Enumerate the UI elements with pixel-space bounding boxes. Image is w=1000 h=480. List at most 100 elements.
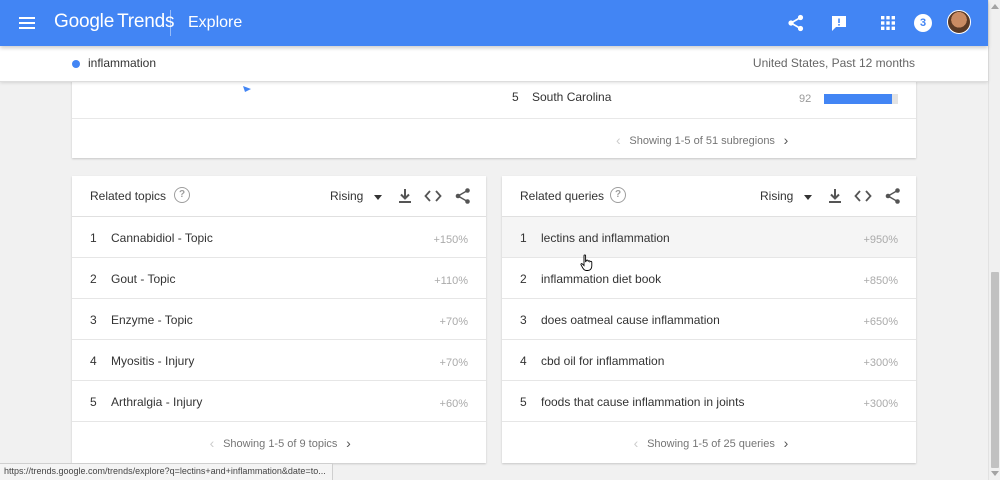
topics-filter-select[interactable]: Rising bbox=[330, 189, 363, 203]
row-label: Myositis - Injury bbox=[111, 354, 195, 368]
embed-code-icon[interactable] bbox=[424, 187, 442, 205]
hamburger-menu-icon[interactable] bbox=[16, 11, 40, 35]
comparison-term-bar: inflammation United States, Past 12 mont… bbox=[0, 46, 988, 82]
chevron-right-icon[interactable]: › bbox=[340, 435, 356, 451]
related-queries-card: Related queries ? Rising 1 lectins and i… bbox=[502, 176, 916, 463]
help-circle-icon[interactable]: ? bbox=[174, 187, 190, 203]
related-topics-header: Related topics ? Rising bbox=[72, 176, 486, 217]
scroll-up-arrow-icon[interactable] bbox=[991, 4, 999, 9]
download-icon[interactable] bbox=[826, 187, 844, 205]
row-value: +950% bbox=[863, 234, 898, 246]
share-icon[interactable] bbox=[884, 187, 902, 205]
region-time-scope[interactable]: United States, Past 12 months bbox=[753, 56, 915, 70]
row-label: lectins and inflammation bbox=[541, 231, 670, 245]
subregion-bar bbox=[824, 94, 893, 104]
related-topics-title: Related topics bbox=[90, 189, 167, 203]
row-rank: 5 bbox=[90, 395, 97, 409]
row-value: +850% bbox=[863, 275, 898, 287]
caret-down-icon[interactable] bbox=[374, 195, 382, 200]
row-value: +110% bbox=[434, 275, 468, 287]
row-rank: 3 bbox=[520, 313, 527, 327]
subregion-name: South Carolina bbox=[532, 90, 612, 104]
caret-down-icon[interactable] bbox=[804, 195, 812, 200]
query-row[interactable]: 4 cbd oil for inflammation +300% bbox=[502, 340, 916, 381]
header-divider bbox=[170, 10, 171, 36]
topic-row[interactable]: 5 Arthralgia - Injury +60% bbox=[72, 381, 486, 422]
row-label: does oatmeal cause inflammation bbox=[541, 313, 720, 327]
topic-row[interactable]: 4 Myositis - Injury +70% bbox=[72, 340, 486, 381]
row-label: Cannabidiol - Topic bbox=[111, 231, 213, 245]
chevron-left-icon[interactable]: ‹ bbox=[628, 435, 644, 451]
topics-pager: ‹ Showing 1-5 of 9 topics › bbox=[204, 435, 356, 451]
row-rank: 2 bbox=[520, 272, 527, 286]
topics-pager-text: Showing 1-5 of 9 topics bbox=[223, 438, 338, 450]
interest-by-subregion-card: 5 South Carolina 92 ‹ Showing 1-5 of 51 … bbox=[72, 70, 916, 158]
subregion-row[interactable]: 5 South Carolina 92 bbox=[504, 87, 904, 107]
share-icon[interactable] bbox=[786, 13, 806, 33]
chevron-right-icon[interactable]: › bbox=[778, 435, 794, 451]
related-queries-title: Related queries bbox=[520, 189, 605, 203]
row-rank: 1 bbox=[520, 231, 527, 245]
chevron-left-icon[interactable]: ‹ bbox=[610, 132, 626, 148]
divider bbox=[72, 118, 916, 119]
scrollbar-thumb[interactable] bbox=[991, 272, 999, 468]
row-value: +150% bbox=[433, 234, 468, 246]
subregion-pager: ‹ Showing 1-5 of 51 subregions › bbox=[610, 132, 794, 148]
notification-badge[interactable]: 3 bbox=[914, 14, 932, 32]
related-topics-card: Related topics ? Rising 1 Cannabidiol - … bbox=[72, 176, 486, 463]
page-title: Explore bbox=[188, 14, 243, 31]
row-rank: 4 bbox=[520, 354, 527, 368]
row-rank: 1 bbox=[90, 231, 97, 245]
page-scrollbar[interactable] bbox=[988, 0, 1000, 480]
row-rank: 5 bbox=[520, 395, 527, 409]
row-rank: 4 bbox=[90, 354, 97, 368]
row-value: +70% bbox=[439, 316, 468, 328]
row-label: cbd oil for inflammation bbox=[541, 354, 665, 368]
subregion-pager-text: Showing 1-5 of 51 subregions bbox=[629, 135, 775, 147]
download-icon[interactable] bbox=[396, 187, 414, 205]
row-value: +60% bbox=[439, 398, 468, 410]
google-trends-logo[interactable]: Google Trends bbox=[54, 11, 175, 33]
share-icon[interactable] bbox=[454, 187, 472, 205]
row-label: Arthralgia - Injury bbox=[111, 395, 203, 409]
link-status-bar: https://trends.google.com/trends/explore… bbox=[0, 463, 333, 480]
related-queries-header: Related queries ? Rising bbox=[502, 176, 916, 217]
queries-filter-select[interactable]: Rising bbox=[760, 189, 793, 203]
subregion-rank: 5 bbox=[512, 90, 519, 104]
logo-google-text: Google bbox=[54, 11, 115, 32]
row-label: Gout - Topic bbox=[111, 272, 176, 286]
row-value: +300% bbox=[863, 398, 898, 410]
query-row[interactable]: 5 foods that cause inflammation in joint… bbox=[502, 381, 916, 422]
queries-pager-text: Showing 1-5 of 25 queries bbox=[647, 438, 775, 450]
row-value: +70% bbox=[439, 357, 468, 369]
scroll-down-arrow-icon[interactable] bbox=[991, 471, 999, 476]
embed-code-icon[interactable] bbox=[854, 187, 872, 205]
row-value: +300% bbox=[863, 357, 898, 369]
row-label: foods that cause inflammation in joints bbox=[541, 395, 745, 409]
avatar[interactable] bbox=[947, 10, 971, 34]
topic-row[interactable]: 3 Enzyme - Topic +70% bbox=[72, 299, 486, 340]
logo-trends-text: Trends bbox=[117, 11, 175, 32]
map-fragment bbox=[243, 86, 251, 92]
row-label: inflammation diet book bbox=[541, 272, 662, 286]
subregion-bar-track bbox=[824, 94, 898, 104]
chevron-right-icon[interactable]: › bbox=[778, 132, 794, 148]
row-label: Enzyme - Topic bbox=[111, 313, 193, 327]
row-rank: 3 bbox=[90, 313, 97, 327]
query-row[interactable]: 3 does oatmeal cause inflammation +650% bbox=[502, 299, 916, 340]
row-value: +650% bbox=[863, 316, 898, 328]
topic-row[interactable]: 1 Cannabidiol - Topic +150% bbox=[72, 217, 486, 258]
chevron-left-icon[interactable]: ‹ bbox=[204, 435, 220, 451]
term-color-dot bbox=[72, 60, 80, 68]
subregion-value: 92 bbox=[799, 93, 812, 105]
search-term[interactable]: inflammation bbox=[88, 56, 156, 70]
query-row[interactable]: 1 lectins and inflammation +950% bbox=[502, 217, 916, 258]
help-circle-icon[interactable]: ? bbox=[610, 187, 626, 203]
apps-grid-icon[interactable] bbox=[878, 13, 898, 33]
row-rank: 2 bbox=[90, 272, 97, 286]
topic-row[interactable]: 2 Gout - Topic +110% bbox=[72, 258, 486, 299]
query-row[interactable]: 2 inflammation diet book +850% bbox=[502, 258, 916, 299]
app-header: Google Trends Explore 3 bbox=[0, 0, 988, 46]
queries-pager: ‹ Showing 1-5 of 25 queries › bbox=[628, 435, 794, 451]
feedback-icon[interactable] bbox=[829, 13, 849, 33]
